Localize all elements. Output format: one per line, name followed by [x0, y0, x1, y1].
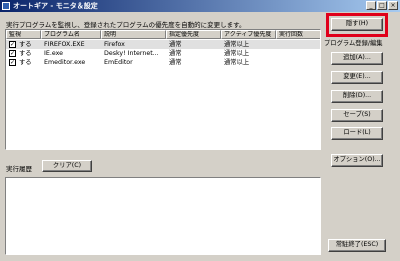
- history-label: 実行履歴: [6, 165, 32, 173]
- exit-button-label: 常駐終了(ESC): [335, 241, 379, 248]
- col-header-description[interactable]: 説明: [101, 30, 166, 39]
- add-button-label: 追加(A)...: [343, 54, 371, 61]
- active-priority-cell: 通常以上: [224, 41, 250, 48]
- table-row[interactable]: ✓ する FIREFOX.EXE Firefox 通常 通常以上: [6, 40, 320, 49]
- program-list[interactable]: 監視 プログラム名 説明 指定優先度 アクティブ優先度 実行回数 ✓ する FI…: [5, 29, 321, 150]
- title-bar[interactable]: オートギア - モニタ＆設定 _ □ ×: [0, 0, 400, 12]
- description-cell: Firefox: [104, 41, 125, 48]
- hide-button-highlight: [326, 13, 388, 37]
- table-row[interactable]: ✓ する IE.exe Desky! Internet... 通常 通常以上: [6, 49, 320, 58]
- active-priority-cell: 通常以上: [224, 59, 250, 66]
- priority-cell: 通常: [169, 59, 182, 66]
- program-cell: IE.exe: [44, 50, 64, 57]
- col-header-watch[interactable]: 監視: [6, 30, 41, 39]
- history-log[interactable]: [5, 177, 321, 255]
- program-edit-group-label: プログラム登録/編集: [324, 40, 383, 47]
- add-button[interactable]: 追加(A)...: [331, 52, 383, 65]
- col-header-program[interactable]: プログラム名: [41, 30, 101, 39]
- priority-cell: 通常: [169, 41, 182, 48]
- watch-checkbox[interactable]: ✓: [9, 50, 16, 57]
- edit-button[interactable]: 変更(E)...: [331, 71, 383, 84]
- load-button-label: ロード(L): [343, 129, 371, 136]
- description-cell: EmEditor: [104, 59, 133, 66]
- options-button-label: オプション(O)...: [333, 156, 381, 163]
- window-title: オートギア - モニタ＆設定: [13, 2, 98, 10]
- description-text: 実行プログラムを監視し、登録されたプログラムの優先度を自動的に変更します。: [6, 21, 246, 29]
- priority-cell: 通常: [169, 50, 182, 57]
- active-priority-cell: 通常以上: [224, 50, 250, 57]
- options-button[interactable]: オプション(O)...: [331, 154, 383, 167]
- col-header-priority[interactable]: 指定優先度: [166, 30, 221, 39]
- save-button-label: セーブ(S): [343, 111, 371, 118]
- count-cell: [279, 49, 319, 58]
- load-button[interactable]: ロード(L): [331, 127, 383, 140]
- watch-checkbox[interactable]: ✓: [9, 41, 16, 48]
- maximize-button[interactable]: □: [377, 1, 387, 10]
- exit-button[interactable]: 常駐終了(ESC): [328, 239, 386, 252]
- delete-button[interactable]: 削除(D)...: [331, 90, 383, 103]
- delete-button-label: 削除(D)...: [342, 92, 372, 99]
- count-cell: [279, 58, 319, 67]
- app-icon: [2, 2, 10, 10]
- col-header-active-priority[interactable]: アクティブ優先度: [221, 30, 276, 39]
- count-cell: [279, 40, 319, 49]
- col-header-count[interactable]: 実行回数: [276, 30, 320, 39]
- close-button[interactable]: ×: [388, 1, 398, 10]
- description-cell: Desky! Internet...: [104, 50, 159, 57]
- edit-button-label: 変更(E)...: [343, 73, 371, 80]
- watch-cell: する: [19, 41, 32, 48]
- table-row[interactable]: ✓ する Emeditor.exe EmEditor 通常 通常以上: [6, 58, 320, 67]
- program-cell: Emeditor.exe: [44, 59, 86, 66]
- watch-checkbox[interactable]: ✓: [9, 59, 16, 66]
- program-cell: FIREFOX.EXE: [44, 41, 85, 48]
- watch-cell: する: [19, 50, 32, 57]
- save-button[interactable]: セーブ(S): [331, 109, 383, 122]
- minimize-button[interactable]: _: [366, 1, 376, 10]
- main-window: オートギア - モニタ＆設定 _ □ × 実行プログラムを監視し、登録されたプロ…: [0, 0, 400, 261]
- watch-cell: する: [19, 59, 32, 66]
- clear-button[interactable]: クリア(C): [42, 160, 92, 172]
- clear-button-label: クリア(C): [52, 162, 82, 169]
